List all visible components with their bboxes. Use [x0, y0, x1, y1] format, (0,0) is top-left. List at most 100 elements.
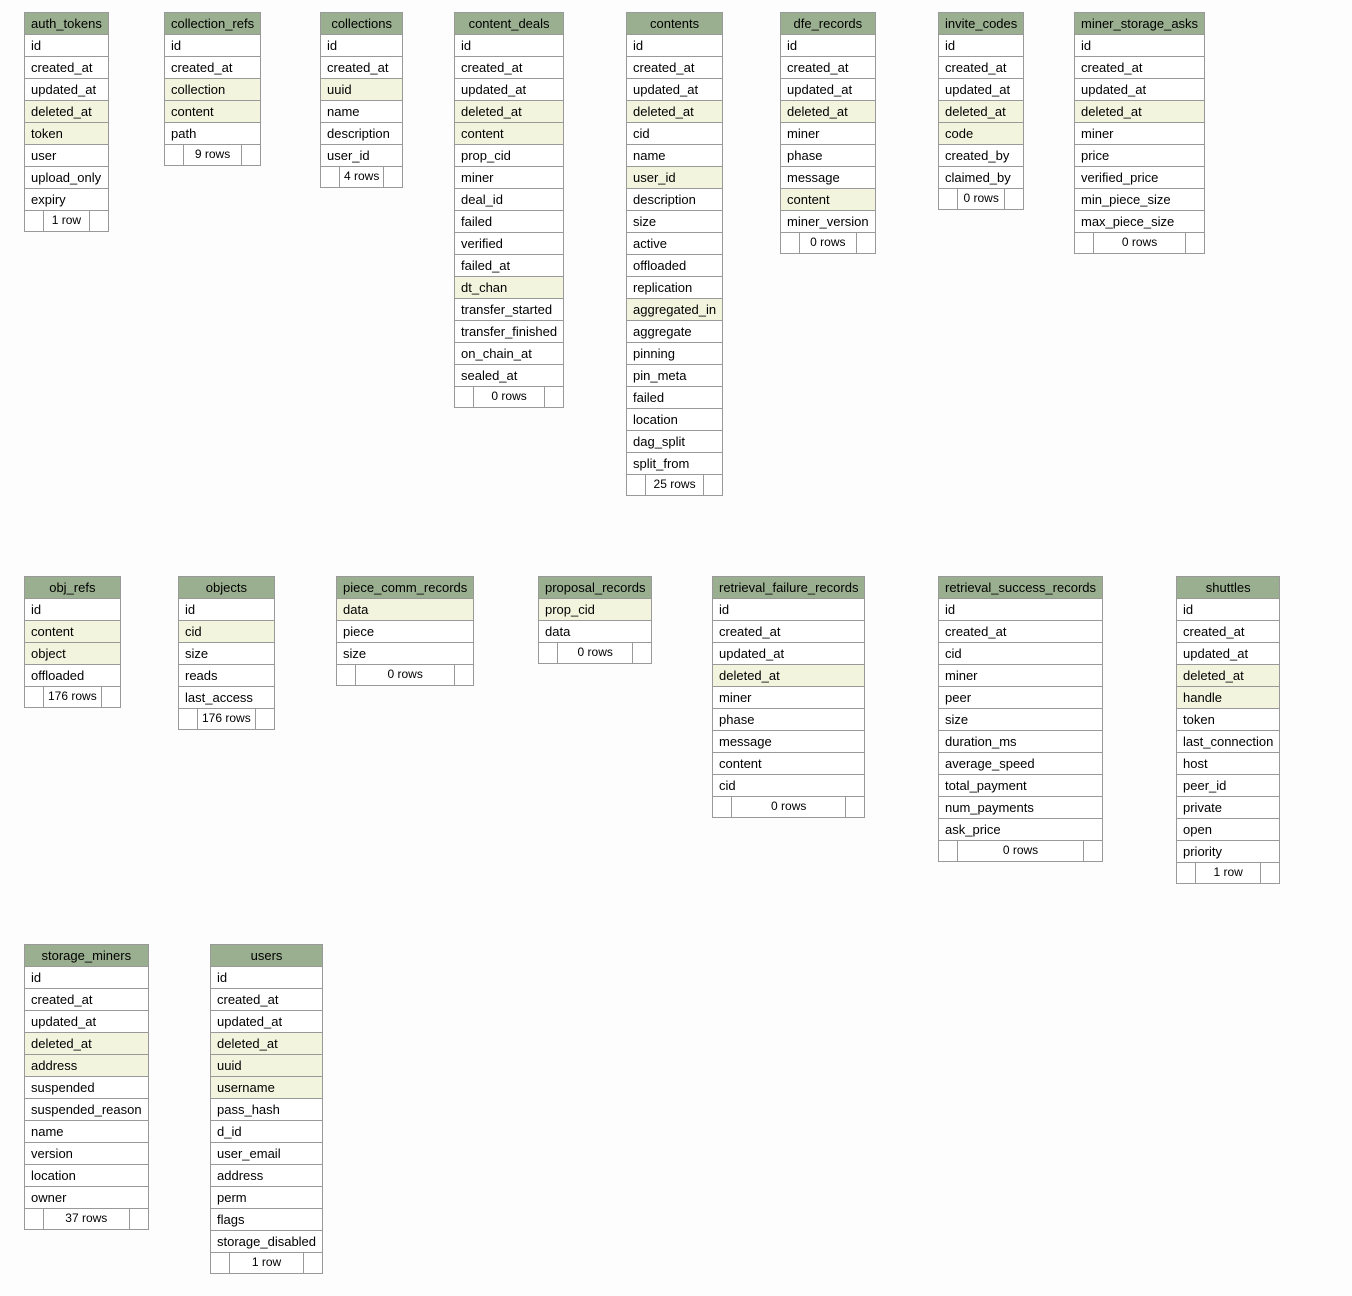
column-pin_meta[interactable]: pin_meta — [627, 365, 722, 387]
column-flags[interactable]: flags — [211, 1209, 322, 1231]
column-private[interactable]: private — [1177, 797, 1279, 819]
column-deleted_at[interactable]: deleted_at — [1075, 101, 1204, 123]
column-created_at[interactable]: created_at — [781, 57, 875, 79]
column-aggregate[interactable]: aggregate — [627, 321, 722, 343]
column-id[interactable]: id — [939, 35, 1023, 57]
column-deleted_at[interactable]: deleted_at — [455, 101, 563, 123]
column-num_payments[interactable]: num_payments — [939, 797, 1102, 819]
column-created_at[interactable]: created_at — [627, 57, 722, 79]
column-host[interactable]: host — [1177, 753, 1279, 775]
table-collections[interactable]: collectionsidcreated_atuuidnamedescripti… — [320, 12, 403, 188]
table-retrieval_success_records[interactable]: retrieval_success_recordsidcreated_atcid… — [938, 576, 1103, 862]
column-storage_disabled[interactable]: storage_disabled — [211, 1231, 322, 1253]
column-peer[interactable]: peer — [939, 687, 1102, 709]
column-id[interactable]: id — [627, 35, 722, 57]
column-uuid[interactable]: uuid — [211, 1055, 322, 1077]
column-updated_at[interactable]: updated_at — [939, 79, 1023, 101]
column-collection[interactable]: collection — [165, 79, 260, 101]
table-piece_comm_records[interactable]: piece_comm_recordsdatapiecesize0 rows — [336, 576, 474, 686]
column-reads[interactable]: reads — [179, 665, 274, 687]
column-path[interactable]: path — [165, 123, 260, 145]
column-price[interactable]: price — [1075, 145, 1204, 167]
column-size[interactable]: size — [627, 211, 722, 233]
column-upload_only[interactable]: upload_only — [25, 167, 108, 189]
column-updated_at[interactable]: updated_at — [25, 79, 108, 101]
column-data[interactable]: data — [539, 621, 651, 643]
column-handle[interactable]: handle — [1177, 687, 1279, 709]
column-user_email[interactable]: user_email — [211, 1143, 322, 1165]
column-size[interactable]: size — [179, 643, 274, 665]
column-perm[interactable]: perm — [211, 1187, 322, 1209]
column-user[interactable]: user — [25, 145, 108, 167]
table-content_deals[interactable]: content_dealsidcreated_atupdated_atdelet… — [454, 12, 564, 408]
column-updated_at[interactable]: updated_at — [25, 1011, 148, 1033]
column-prop_cid[interactable]: prop_cid — [455, 145, 563, 167]
column-transfer_finished[interactable]: transfer_finished — [455, 321, 563, 343]
column-sealed_at[interactable]: sealed_at — [455, 365, 563, 387]
column-priority[interactable]: priority — [1177, 841, 1279, 863]
column-updated_at[interactable]: updated_at — [1075, 79, 1204, 101]
column-address[interactable]: address — [25, 1055, 148, 1077]
column-deleted_at[interactable]: deleted_at — [939, 101, 1023, 123]
column-user_id[interactable]: user_id — [627, 167, 722, 189]
column-average_speed[interactable]: average_speed — [939, 753, 1102, 775]
column-min_piece_size[interactable]: min_piece_size — [1075, 189, 1204, 211]
column-deleted_at[interactable]: deleted_at — [25, 1033, 148, 1055]
column-dt_chan[interactable]: dt_chan — [455, 277, 563, 299]
column-id[interactable]: id — [25, 35, 108, 57]
column-size[interactable]: size — [337, 643, 473, 665]
table-dfe_records[interactable]: dfe_recordsidcreated_atupdated_atdeleted… — [780, 12, 876, 254]
column-piece[interactable]: piece — [337, 621, 473, 643]
column-created_at[interactable]: created_at — [321, 57, 402, 79]
column-code[interactable]: code — [939, 123, 1023, 145]
column-miner[interactable]: miner — [1075, 123, 1204, 145]
column-cid[interactable]: cid — [939, 643, 1102, 665]
column-created_at[interactable]: created_at — [1075, 57, 1204, 79]
column-token[interactable]: token — [1177, 709, 1279, 731]
table-proposal_records[interactable]: proposal_recordsprop_ciddata0 rows — [538, 576, 652, 664]
column-verified_price[interactable]: verified_price — [1075, 167, 1204, 189]
column-created_by[interactable]: created_by — [939, 145, 1023, 167]
column-suspended_reason[interactable]: suspended_reason — [25, 1099, 148, 1121]
table-collection_refs[interactable]: collection_refsidcreated_atcollectioncon… — [164, 12, 261, 166]
column-updated_at[interactable]: updated_at — [781, 79, 875, 101]
column-content[interactable]: content — [25, 621, 120, 643]
column-miner[interactable]: miner — [455, 167, 563, 189]
column-prop_cid[interactable]: prop_cid — [539, 599, 651, 621]
column-deleted_at[interactable]: deleted_at — [1177, 665, 1279, 687]
column-on_chain_at[interactable]: on_chain_at — [455, 343, 563, 365]
column-last_connection[interactable]: last_connection — [1177, 731, 1279, 753]
column-created_at[interactable]: created_at — [713, 621, 864, 643]
column-updated_at[interactable]: updated_at — [713, 643, 864, 665]
column-user_id[interactable]: user_id — [321, 145, 402, 167]
column-miner_version[interactable]: miner_version — [781, 211, 875, 233]
column-token[interactable]: token — [25, 123, 108, 145]
column-offloaded[interactable]: offloaded — [25, 665, 120, 687]
column-claimed_by[interactable]: claimed_by — [939, 167, 1023, 189]
column-miner[interactable]: miner — [713, 687, 864, 709]
column-created_at[interactable]: created_at — [25, 989, 148, 1011]
column-miner[interactable]: miner — [781, 123, 875, 145]
column-id[interactable]: id — [179, 599, 274, 621]
column-id[interactable]: id — [321, 35, 402, 57]
column-updated_at[interactable]: updated_at — [627, 79, 722, 101]
column-id[interactable]: id — [713, 599, 864, 621]
column-content[interactable]: content — [165, 101, 260, 123]
column-username[interactable]: username — [211, 1077, 322, 1099]
column-failed[interactable]: failed — [627, 387, 722, 409]
column-aggregated_in[interactable]: aggregated_in — [627, 299, 722, 321]
column-active[interactable]: active — [627, 233, 722, 255]
column-id[interactable]: id — [25, 967, 148, 989]
column-data[interactable]: data — [337, 599, 473, 621]
column-cid[interactable]: cid — [627, 123, 722, 145]
table-retrieval_failure_records[interactable]: retrieval_failure_recordsidcreated_atupd… — [712, 576, 865, 818]
column-deleted_at[interactable]: deleted_at — [211, 1033, 322, 1055]
column-created_at[interactable]: created_at — [455, 57, 563, 79]
column-name[interactable]: name — [321, 101, 402, 123]
column-id[interactable]: id — [1075, 35, 1204, 57]
column-object[interactable]: object — [25, 643, 120, 665]
column-id[interactable]: id — [939, 599, 1102, 621]
table-miner_storage_asks[interactable]: miner_storage_asksidcreated_atupdated_at… — [1074, 12, 1205, 254]
column-open[interactable]: open — [1177, 819, 1279, 841]
column-replication[interactable]: replication — [627, 277, 722, 299]
